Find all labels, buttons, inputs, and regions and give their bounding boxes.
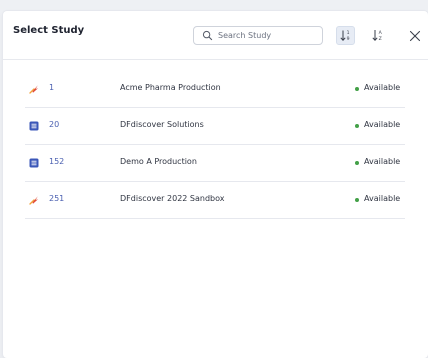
svg-text:1: 1 xyxy=(347,30,350,36)
study-id: 20 xyxy=(49,120,60,129)
study-status: Available xyxy=(364,83,401,92)
svg-text:A: A xyxy=(379,30,383,36)
study-name: Acme Pharma Production xyxy=(120,83,221,92)
sort-numeric-button[interactable]: 1 9 xyxy=(336,26,355,45)
study-id: 1 xyxy=(49,83,55,92)
study-row[interactable]: 20 DFdiscover Solutions Available xyxy=(25,108,405,145)
select-study-dialog: Select Study 1 9 A Z xyxy=(3,11,428,358)
production-icon xyxy=(29,158,39,168)
status-dot xyxy=(355,124,359,128)
close-icon xyxy=(409,30,421,42)
study-row[interactable]: 152 Demo A Production Available xyxy=(25,145,405,182)
study-name: Demo A Production xyxy=(120,157,197,166)
svg-text:Z: Z xyxy=(379,36,382,42)
close-button[interactable] xyxy=(408,28,422,42)
search-field[interactable] xyxy=(193,26,323,45)
study-list: 1 Acme Pharma Production Available 20 DF… xyxy=(25,71,405,219)
search-input[interactable] xyxy=(218,29,318,42)
sandbox-icon xyxy=(29,196,38,205)
study-status: Available xyxy=(364,194,401,203)
sort-alpha-button[interactable]: A Z xyxy=(369,26,388,45)
study-name: DFdiscover Solutions xyxy=(120,120,204,129)
study-row[interactable]: 251 DFdiscover 2022 Sandbox Available xyxy=(25,182,405,219)
sandbox-icon xyxy=(29,85,38,94)
sort-numeric-icon: 1 9 xyxy=(340,30,350,42)
status-dot xyxy=(355,87,359,91)
study-id: 251 xyxy=(49,194,65,203)
dialog-header: Select Study 1 9 A Z xyxy=(3,11,428,60)
sort-alpha-icon: A Z xyxy=(372,30,383,42)
svg-text:9: 9 xyxy=(347,36,350,42)
study-status: Available xyxy=(364,120,401,129)
dialog-title: Select Study xyxy=(13,25,85,36)
study-id: 152 xyxy=(49,157,65,166)
study-name: DFdiscover 2022 Sandbox xyxy=(120,194,225,203)
search-icon xyxy=(202,30,213,41)
study-status: Available xyxy=(364,157,401,166)
study-row[interactable]: 1 Acme Pharma Production Available xyxy=(25,71,405,108)
status-dot xyxy=(355,198,359,202)
production-icon xyxy=(29,121,39,131)
status-dot xyxy=(355,161,359,165)
